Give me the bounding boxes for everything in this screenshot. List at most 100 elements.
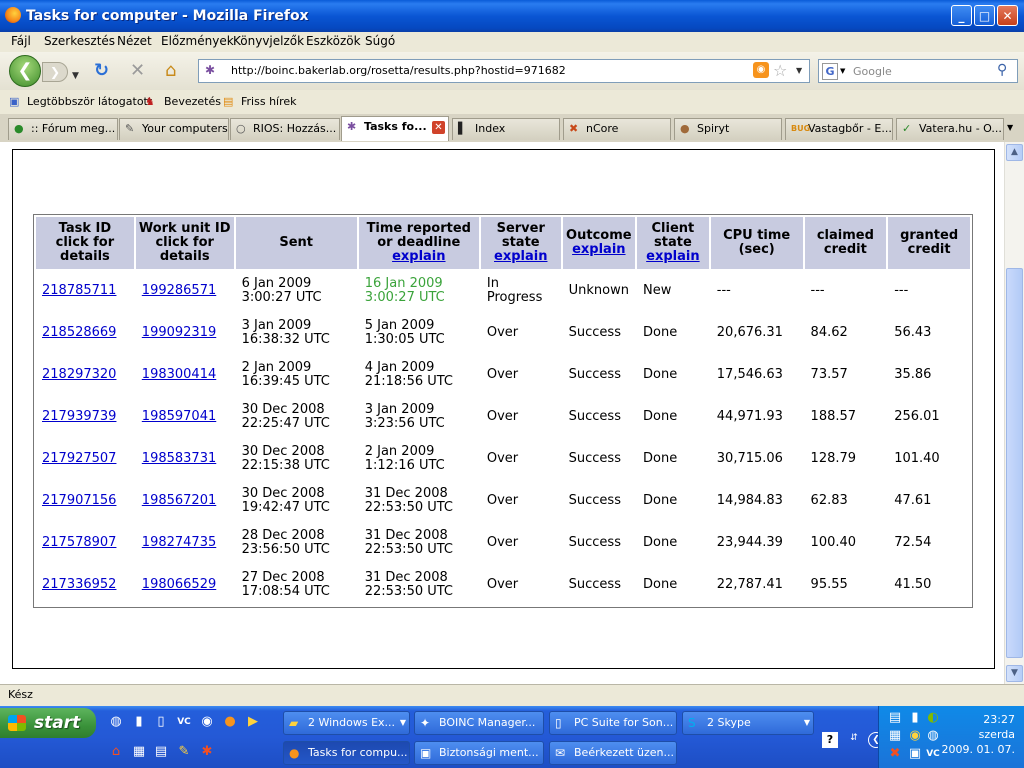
work-unit-link[interactable]: 198300414 [142, 367, 216, 382]
taskbar-skype[interactable]: S 2 Skype ▼ [682, 711, 814, 735]
work-unit-link[interactable]: 198583731 [142, 451, 216, 466]
bookmark-most-visited[interactable]: Legtöbbször látogatott [27, 95, 152, 108]
scroll-up-icon[interactable]: ▲ [1006, 144, 1023, 161]
back-button[interactable]: ❮ [9, 55, 41, 87]
taskbar-backup[interactable]: ▣ Biztonsági ment... [414, 741, 544, 765]
taskbar-firefox[interactable]: ● Tasks for compu... [283, 741, 410, 765]
scroll-down-icon[interactable]: ▼ [1006, 665, 1023, 682]
help-icon[interactable]: ? [822, 732, 838, 748]
quicklaunch-notepad-icon[interactable]: ▮ [131, 714, 147, 730]
explain-link-client-state[interactable]: explain [646, 249, 699, 264]
minimize-button[interactable]: _ [951, 5, 972, 26]
tab-rios[interactable]: ○ RIOS: Hozzás... [230, 118, 340, 140]
vertical-scrollbar[interactable]: ▲ ▼ [1004, 142, 1024, 684]
menu-file[interactable]: Fájl [11, 34, 31, 48]
explain-link-server-state[interactable]: explain [494, 249, 547, 264]
scrollbar-thumb[interactable] [1006, 268, 1023, 658]
menu-history[interactable]: Előzmények [161, 34, 234, 48]
quicklaunch-doc-icon[interactable]: ▤ [153, 744, 169, 760]
tray-scroll-icon[interactable]: ⇵ [846, 730, 862, 746]
clock[interactable]: 23:27 szerda 2009. 01. 07. [942, 712, 1015, 757]
start-button[interactable]: start [0, 708, 96, 738]
taskbar-windows-explorer[interactable]: ▰ 2 Windows Ex... ▼ [283, 711, 410, 735]
url-dropdown-icon[interactable]: ▼ [796, 66, 802, 75]
close-button[interactable]: ✕ [997, 5, 1018, 26]
taskbar-inbox[interactable]: ✉ Beérkezett üzen... [549, 741, 677, 765]
task-id-link[interactable]: 218785711 [42, 283, 116, 298]
tray-icon-3[interactable]: ◐ [925, 710, 941, 726]
tray-vc-icon[interactable]: VC [925, 746, 941, 762]
menu-view[interactable]: Nézet [117, 34, 152, 48]
tab-forum[interactable]: ●:: Fórum meg... [8, 118, 118, 140]
work-unit-link[interactable]: 198567201 [142, 493, 216, 508]
taskbar-label: Biztonsági ment... [439, 746, 539, 759]
quicklaunch-disk-icon[interactable]: ▦ [131, 744, 147, 760]
tray-icon-7[interactable]: ✖ [887, 746, 903, 762]
url-bar[interactable]: ✱ http://boinc.bakerlab.org/rosetta/resu… [198, 59, 810, 83]
menu-tools[interactable]: Eszközök [306, 34, 361, 48]
quicklaunch-red-icon[interactable]: ✱ [199, 744, 215, 760]
tab-list-dropdown-icon[interactable]: ▼ [1007, 123, 1013, 132]
tab-spiryt[interactable]: ● Spiryt [674, 118, 782, 140]
search-magnifier-icon[interactable]: ⚲ [997, 62, 1007, 78]
taskbar-pc-suite[interactable]: ▯ PC Suite for Son... [549, 711, 677, 735]
quicklaunch-vc-icon[interactable]: VC [176, 714, 192, 730]
tray-icon-8[interactable]: ▣ [907, 746, 923, 762]
menu-edit[interactable]: Szerkesztés [44, 34, 115, 48]
tab-close-icon[interactable]: ✕ [432, 121, 445, 134]
reload-icon[interactable]: ↻ [94, 62, 109, 80]
maximize-button[interactable]: □ [974, 5, 995, 26]
task-id-link[interactable]: 218528669 [42, 325, 116, 340]
tab-index[interactable]: ▌ Index [452, 118, 560, 140]
tab-tasks[interactable]: ✱ Tasks fo... ✕ [341, 116, 449, 141]
explain-link-time-reported[interactable]: explain [392, 249, 445, 264]
taskbar-boinc-manager[interactable]: ✦ BOINC Manager... [414, 711, 544, 735]
tray-icon-5[interactable]: ◉ [907, 728, 923, 744]
task-id-link[interactable]: 217907156 [42, 493, 116, 508]
search-engine-icon[interactable]: G [822, 63, 838, 80]
tab-vastagbor[interactable]: BUG Vastagbőr - E... [785, 118, 893, 140]
sent-cell: 30 Dec 2008 22:15:38 UTC [236, 439, 357, 479]
forward-button[interactable]: ❯ [42, 62, 68, 82]
tab-label: nCore [586, 122, 619, 135]
work-unit-link[interactable]: 198274735 [142, 535, 216, 550]
work-unit-link[interactable]: 198597041 [142, 409, 216, 424]
task-id-link[interactable]: 217578907 [42, 535, 116, 550]
tray-icon-4[interactable]: ▦ [887, 728, 903, 744]
quicklaunch-pencil-icon[interactable]: ✎ [176, 744, 192, 760]
task-id-link[interactable]: 218297320 [42, 367, 116, 382]
quicklaunch-firefox-icon[interactable]: ● [222, 714, 238, 730]
tab-ncore[interactable]: ✖ nCore [563, 118, 671, 140]
engine-dropdown-icon[interactable]: ▼ [840, 67, 845, 75]
work-unit-link[interactable]: 199092319 [142, 325, 216, 340]
home-icon[interactable]: ⌂ [165, 62, 176, 80]
stop-icon[interactable]: ✕ [130, 62, 145, 80]
window-titlebar[interactable]: Tasks for computer - Mozilla Firefox _ □… [0, 0, 1024, 32]
bookmark-getting-started[interactable]: Bevezetés [164, 95, 221, 108]
search-box[interactable]: G ▼ Google ⚲ [818, 59, 1018, 83]
tab-vatera[interactable]: ✓ Vatera.hu - O... [896, 118, 1004, 140]
task-id-link[interactable]: 217939739 [42, 409, 116, 424]
history-dropdown-icon[interactable]: ▼ [72, 67, 79, 85]
tray-icon-1[interactable]: ▤ [887, 710, 903, 726]
claimed-credit-cell: 188.57 [810, 409, 857, 424]
tray-icon-2[interactable]: ▮ [907, 710, 923, 726]
bookmark-star-icon[interactable]: ☆ [773, 61, 787, 80]
firefox-icon [5, 7, 21, 23]
quicklaunch-home-icon[interactable]: ⌂ [108, 744, 124, 760]
quicklaunch-camera-icon[interactable]: ◉ [199, 714, 215, 730]
task-id-link[interactable]: 217927507 [42, 451, 116, 466]
work-unit-link[interactable]: 198066529 [142, 577, 216, 592]
menu-bookmarks[interactable]: Könyvjelzők [233, 34, 304, 48]
tab-your-computers[interactable]: ✎ Your computers [119, 118, 229, 140]
menu-help[interactable]: Súgó [365, 34, 395, 48]
rss-feed-icon[interactable]: ◉ [753, 62, 769, 78]
task-id-link[interactable]: 217336952 [42, 577, 116, 592]
tray-icon-6[interactable]: ◍ [925, 728, 941, 744]
quicklaunch-media-icon[interactable]: ▯ [153, 714, 169, 730]
quicklaunch-ie-icon[interactable]: ◍ [108, 714, 124, 730]
bookmark-latest-news[interactable]: Friss hírek [241, 95, 297, 108]
work-unit-link[interactable]: 199286571 [142, 283, 216, 298]
explain-link-outcome[interactable]: explain [572, 242, 625, 257]
quicklaunch-player-icon[interactable]: ▶ [245, 714, 261, 730]
